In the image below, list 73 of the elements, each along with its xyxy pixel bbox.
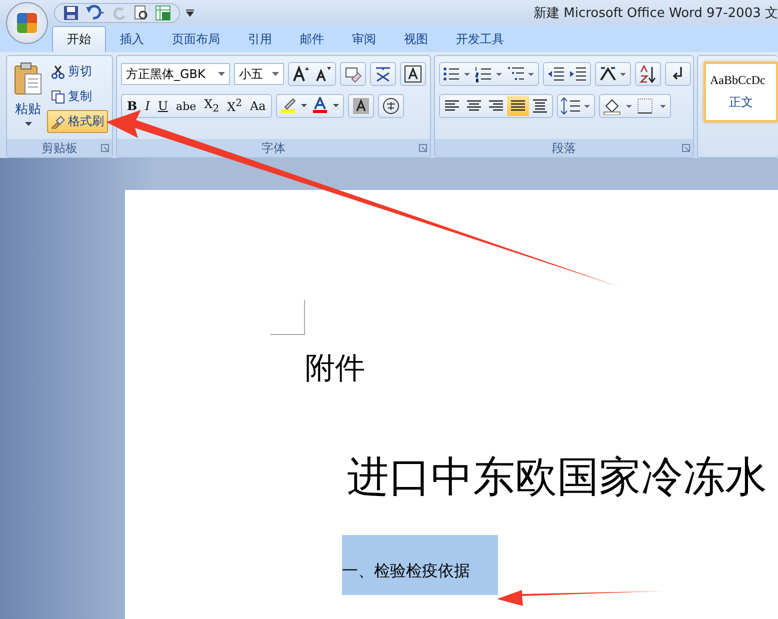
ribbon-tab[interactable]: 开始: [52, 26, 106, 52]
document-text: 附件: [305, 350, 366, 388]
format-button[interactable]: X$_{2}$: [200, 96, 224, 116]
format-button[interactable]: U: [154, 96, 172, 116]
save-icon[interactable]: [63, 5, 79, 21]
ribbon-tab[interactable]: 视图: [390, 27, 442, 52]
window-title: 新建 Microsoft Office Word 97-2003 文: [534, 5, 778, 22]
undo-icon[interactable]: [85, 5, 107, 21]
line-spacing-icon[interactable]: [560, 97, 592, 115]
clipboard-icon: [13, 62, 43, 96]
style-preview-text: AaBbCcDc: [710, 73, 766, 88]
increase-indent-icon[interactable]: [568, 65, 588, 83]
format-button[interactable]: B: [123, 96, 142, 116]
alignment-lines-icon: [488, 99, 504, 113]
spreadsheet-icon[interactable]: [155, 5, 171, 21]
format-button[interactable]: Aa: [246, 96, 270, 116]
character-shading-icon[interactable]: [350, 97, 371, 115]
style-name: 正文: [729, 94, 753, 111]
bullet-list-icon[interactable]: [442, 65, 472, 83]
highlighter-icon[interactable]: [278, 97, 309, 115]
text-direction-icon[interactable]: [598, 65, 628, 83]
caret-icon: [272, 72, 279, 76]
group-label: 剪贴板: [42, 140, 78, 156]
office-logo-button[interactable]: [6, 2, 48, 44]
selected-text: 一、检验检疫依据: [342, 535, 498, 595]
group-label: 字体: [262, 140, 286, 156]
alignment-lines-icon: [466, 99, 482, 113]
margin-corner-mark: [270, 300, 305, 335]
cut-button[interactable]: 剪切: [47, 60, 108, 83]
group-label: 段落: [552, 140, 576, 156]
shading-bucket-icon[interactable]: [602, 97, 634, 115]
dialog-launcher-icon[interactable]: [419, 144, 427, 152]
font-size-dropdown[interactable]: 小五: [234, 63, 284, 85]
caret-icon: [218, 72, 226, 76]
dialog-launcher-icon[interactable]: [101, 144, 109, 152]
print-preview-icon[interactable]: [133, 5, 149, 21]
style-gallery-item[interactable]: AaBbCcDc 正文: [704, 62, 778, 122]
scissors-icon: [51, 64, 65, 78]
eraser-icon[interactable]: [343, 65, 363, 83]
paintbrush-icon: [51, 114, 65, 128]
format-painter-button[interactable]: 格式刷: [47, 110, 108, 133]
caret-icon: [24, 122, 32, 126]
copy-pages-icon: [51, 90, 65, 104]
alignment-lines-icon: [444, 99, 460, 113]
format-button[interactable]: I: [141, 96, 154, 116]
document-heading: 进口中东欧国家冷冻水: [347, 451, 768, 503]
grow-font-icon[interactable]: [291, 65, 311, 83]
decrease-indent-icon[interactable]: [546, 65, 566, 83]
paste-button[interactable]: 粘贴: [11, 60, 45, 128]
enclosed-character-icon[interactable]: [380, 97, 401, 115]
ribbon-tab[interactable]: 引用: [234, 27, 286, 52]
ribbon-tab[interactable]: 开发工具: [442, 27, 518, 52]
character-border-icon[interactable]: [403, 65, 423, 83]
redo-icon: [113, 5, 127, 21]
format-button[interactable]: X$^{2}$: [223, 96, 246, 116]
ribbon-tab[interactable]: 邮件: [286, 27, 338, 52]
multilevel-list-icon[interactable]: [506, 65, 536, 83]
customize-caret-icon[interactable]: [186, 9, 194, 17]
numbered-list-icon[interactable]: [474, 65, 504, 83]
alignment-lines-icon: [510, 99, 526, 113]
ribbon-tab[interactable]: 审阅: [338, 27, 390, 52]
copy-button[interactable]: 复制: [47, 85, 108, 108]
sort-icon[interactable]: [638, 65, 658, 83]
dialog-launcher-icon[interactable]: [682, 144, 690, 152]
font-color-icon[interactable]: [310, 97, 341, 115]
phonetic-guide-icon[interactable]: [373, 65, 393, 83]
ribbon-tab[interactable]: 插入: [106, 27, 158, 52]
alignment-lines-icon: [532, 99, 548, 113]
alignment-button[interactable]: [507, 96, 529, 116]
format-button[interactable]: abe: [172, 96, 200, 116]
font-name-dropdown[interactable]: 方正黑体_GBK: [121, 63, 230, 85]
ribbon-tab[interactable]: 页面布局: [158, 27, 234, 52]
borders-icon[interactable]: [636, 97, 668, 115]
